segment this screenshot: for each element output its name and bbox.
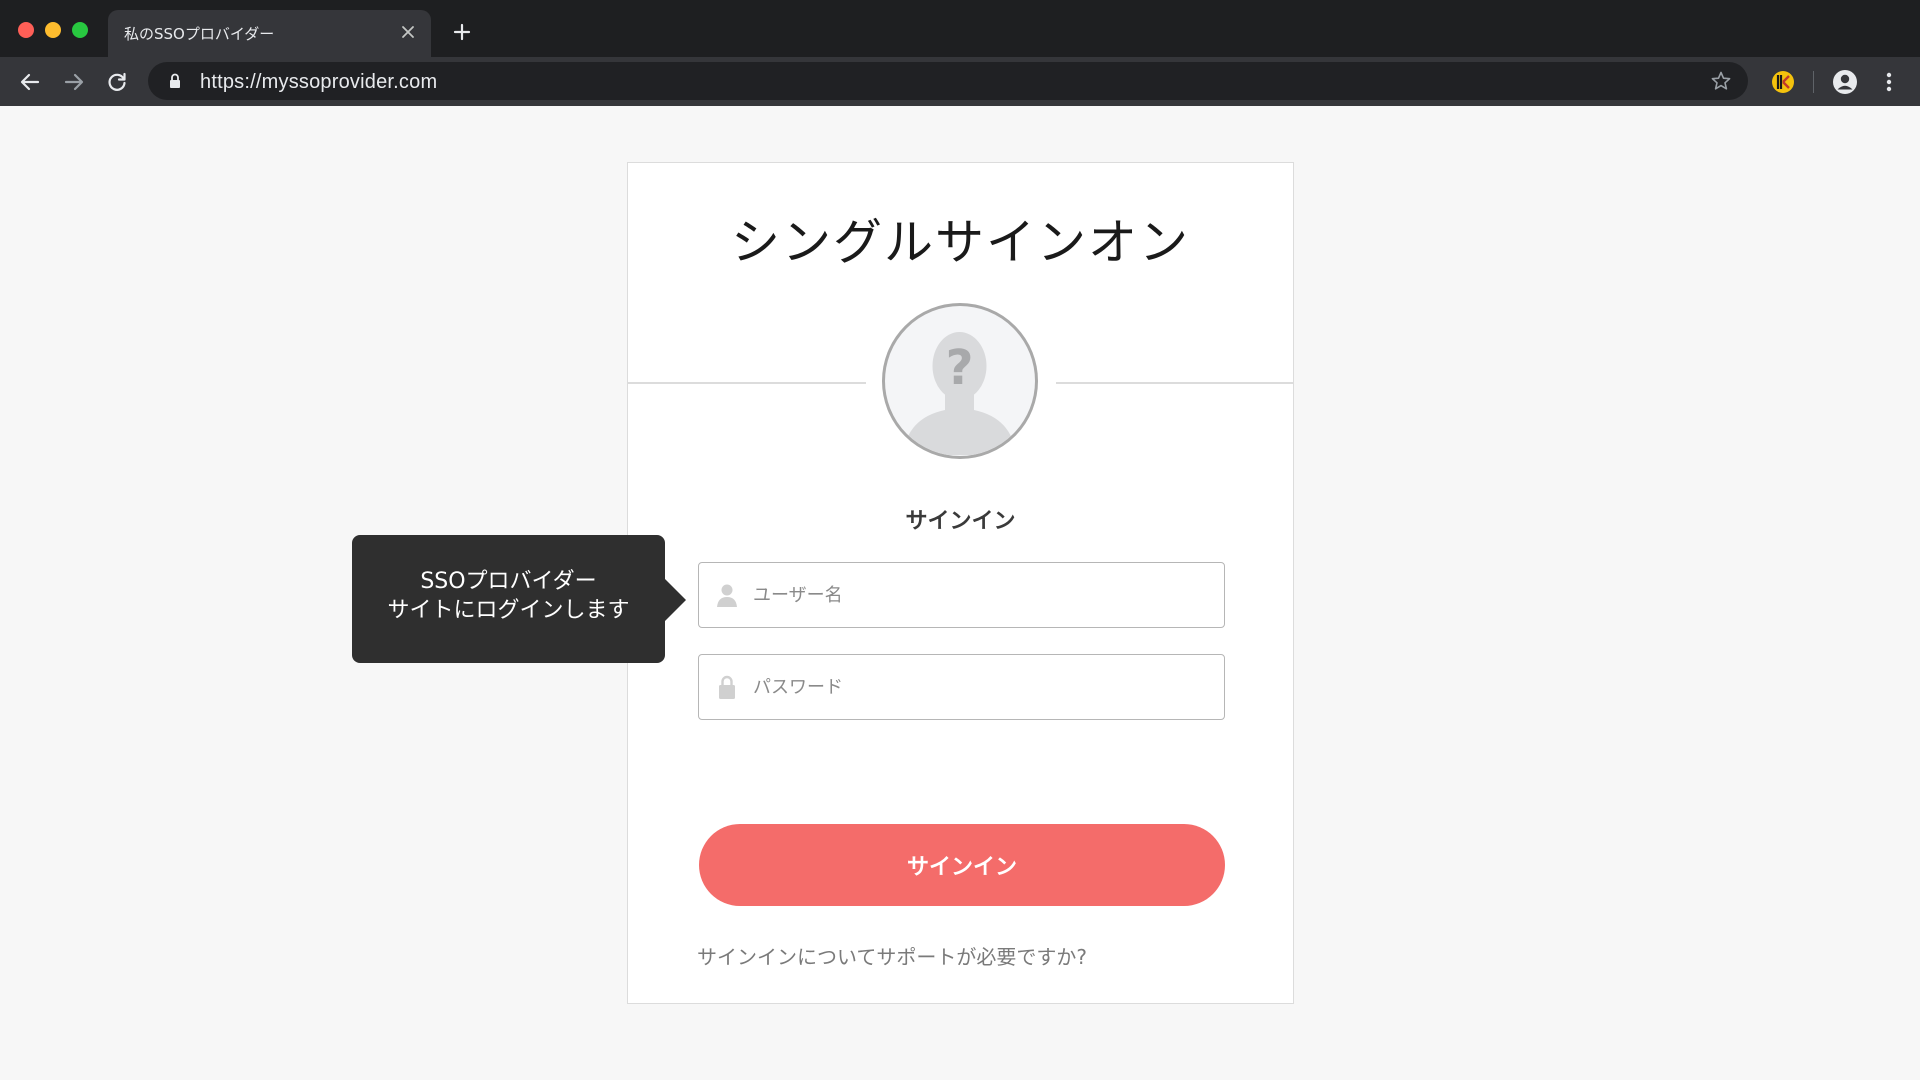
divider-left bbox=[628, 382, 866, 384]
new-tab-button[interactable] bbox=[448, 18, 476, 46]
profile-icon[interactable] bbox=[1831, 68, 1859, 96]
close-tab-button[interactable] bbox=[395, 19, 421, 45]
page-title: シングルサインオン bbox=[730, 214, 1190, 271]
plus-icon bbox=[453, 23, 471, 41]
user-icon bbox=[715, 582, 739, 608]
reload-button[interactable] bbox=[101, 66, 133, 98]
tooltip-line-2: サイトにログインします bbox=[387, 598, 630, 623]
tooltip-line-1: SSOプロバイダー bbox=[420, 569, 597, 594]
username-field[interactable] bbox=[698, 562, 1225, 628]
lock-icon bbox=[715, 674, 739, 700]
divider-right bbox=[1056, 382, 1294, 384]
kebab-menu-icon[interactable] bbox=[1878, 68, 1900, 96]
window-minimize-button[interactable] bbox=[45, 22, 61, 38]
browser-toolbar: https://myssoprovider.com bbox=[0, 57, 1920, 106]
tooltip-text: SSOプロバイダー サイトにログインします bbox=[352, 567, 665, 625]
browser-tab-bar: 私のSSOプロバイダー bbox=[0, 0, 1920, 57]
sso-tooltip: SSOプロバイダー サイトにログインします bbox=[352, 535, 686, 663]
username-input[interactable] bbox=[753, 563, 1213, 627]
forward-button[interactable] bbox=[58, 66, 90, 98]
bookmark-star-icon[interactable] bbox=[1710, 70, 1732, 92]
window-maximize-button[interactable] bbox=[72, 22, 88, 38]
reload-icon bbox=[108, 72, 126, 91]
lock-icon[interactable] bbox=[166, 72, 184, 90]
signin-button[interactable]: サインイン bbox=[699, 824, 1225, 906]
forward-arrow-icon bbox=[64, 73, 84, 91]
tab-title: 私のSSOプロバイダー bbox=[124, 25, 275, 43]
window-close-button[interactable] bbox=[18, 22, 34, 38]
signin-heading: サインイン bbox=[905, 509, 1016, 534]
browser-tab[interactable]: 私のSSOプロバイダー bbox=[108, 10, 431, 57]
avatar-silhouette-icon: ? bbox=[903, 332, 1016, 455]
back-arrow-icon bbox=[20, 73, 40, 91]
back-button[interactable] bbox=[14, 66, 46, 98]
svg-text:?: ? bbox=[946, 340, 974, 396]
close-icon bbox=[402, 26, 414, 38]
toolbar-separator bbox=[1813, 71, 1814, 93]
address-bar[interactable]: https://myssoprovider.com bbox=[148, 62, 1748, 100]
signin-help-link[interactable]: サインインについてサポートが必要ですか? bbox=[697, 941, 1087, 970]
unknown-user-avatar: ? bbox=[882, 303, 1038, 459]
password-input[interactable] bbox=[753, 655, 1213, 719]
password-field[interactable] bbox=[698, 654, 1225, 720]
url-text[interactable]: https://myssoprovider.com bbox=[200, 71, 437, 94]
login-card: シングルサインオン ? サインイン サインイン サインインについ bbox=[627, 162, 1294, 1004]
extension-icon[interactable] bbox=[1770, 69, 1796, 95]
